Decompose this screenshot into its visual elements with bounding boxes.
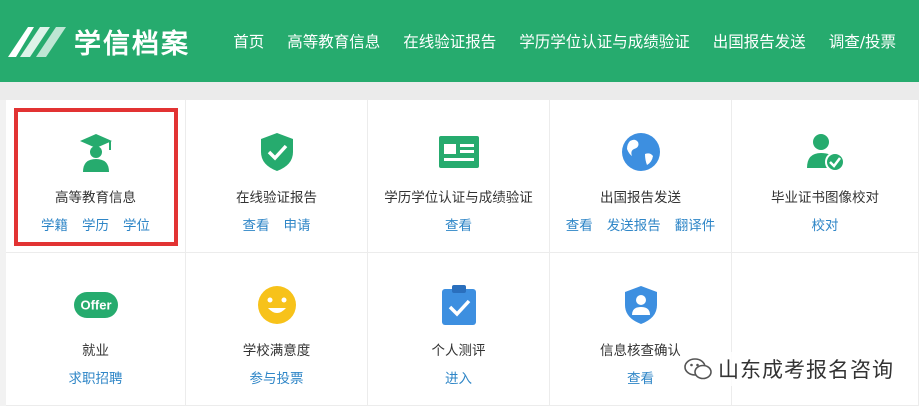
- nav-online-report[interactable]: 在线验证报告: [403, 30, 496, 52]
- link-view[interactable]: 查看: [243, 214, 270, 234]
- tile-title: 信息核查确认: [600, 343, 681, 359]
- link-translation[interactable]: 翻译件: [675, 214, 716, 234]
- link-proofread[interactable]: 校对: [812, 214, 839, 234]
- tile-employment[interactable]: Offer 就业 求职招聘: [6, 253, 186, 406]
- tile-certification[interactable]: 学历学位认证与成绩验证 查看: [368, 100, 550, 253]
- link-view[interactable]: 查看: [445, 214, 472, 234]
- logo-mark-icon: [8, 27, 66, 57]
- logo-text: 学信档案: [74, 28, 190, 60]
- tile-links: 查看: [445, 214, 472, 234]
- smiley-icon: [255, 283, 299, 327]
- link-degree[interactable]: 学位: [123, 214, 150, 234]
- link-apply[interactable]: 申请: [284, 214, 311, 234]
- tile-title: 高等教育信息: [55, 190, 136, 206]
- clipboard-check-icon: [437, 283, 481, 327]
- tile-links: 查看 发送报告 翻译件: [566, 214, 716, 234]
- globe-icon: [619, 130, 663, 174]
- tile-title: 出国报告发送: [600, 190, 681, 206]
- link-academic-record[interactable]: 学历: [82, 214, 109, 234]
- tile-links: 进入: [445, 367, 472, 387]
- tile-title: 学校满意度: [242, 343, 311, 359]
- watermark-text: 山东成考报名咨询: [718, 358, 894, 382]
- user-shield-icon: [619, 283, 663, 327]
- tile-title: 个人测评: [431, 343, 486, 359]
- user-check-icon: [803, 130, 847, 174]
- link-enrollment[interactable]: 学籍: [41, 214, 68, 234]
- link-enter[interactable]: 进入: [445, 367, 472, 387]
- tile-higher-education[interactable]: 高等教育信息 学籍 学历 学位: [6, 100, 186, 253]
- shield-check-icon: [255, 130, 299, 174]
- offer-icon: Offer: [73, 283, 118, 327]
- tile-links: 学籍 学历 学位: [41, 214, 150, 234]
- tile-title: 学历学位认证与成绩验证: [384, 190, 533, 206]
- tile-school-satisfaction[interactable]: 学校满意度 参与投票: [186, 253, 368, 406]
- logo[interactable]: 学信档案: [6, 21, 223, 61]
- offer-icon-text: Offer: [80, 298, 111, 313]
- link-view[interactable]: 查看: [566, 214, 593, 234]
- nav-higher-education[interactable]: 高等教育信息: [287, 30, 380, 52]
- tile-links: 查看 申请: [243, 214, 311, 234]
- header-gap: [0, 82, 919, 100]
- main-nav: 首页 高等教育信息 在线验证报告 学历学位认证与成绩验证 出国报告发送 调查/投…: [233, 30, 919, 52]
- link-vote[interactable]: 参与投票: [250, 367, 304, 387]
- tile-overseas-report[interactable]: 出国报告发送 查看 发送报告 翻译件: [550, 100, 732, 253]
- nav-certification[interactable]: 学历学位认证与成绩验证: [519, 30, 690, 52]
- tile-title: 在线验证报告: [236, 190, 317, 206]
- id-card-icon: [437, 130, 481, 174]
- wechat-icon: [684, 358, 712, 380]
- tile-title: 毕业证书图像校对: [771, 190, 879, 206]
- link-view[interactable]: 查看: [627, 367, 654, 387]
- link-send-report[interactable]: 发送报告: [607, 214, 661, 234]
- graduate-icon: [74, 130, 118, 174]
- tile-links: 查看: [627, 367, 654, 387]
- tile-links: 参与投票: [250, 367, 304, 387]
- tile-links: 求职招聘: [69, 367, 123, 387]
- top-header: 学信档案 首页 高等教育信息 在线验证报告 学历学位认证与成绩验证 出国报告发送…: [0, 0, 919, 82]
- nav-home[interactable]: 首页: [233, 30, 264, 52]
- nav-survey[interactable]: 调查/投票: [829, 30, 896, 52]
- tile-links: 校对: [812, 214, 839, 234]
- tile-personal-assessment[interactable]: 个人测评 进入: [368, 253, 550, 406]
- nav-overseas-report[interactable]: 出国报告发送: [713, 30, 806, 52]
- tile-title: 就业: [82, 343, 109, 359]
- link-job-search[interactable]: 求职招聘: [69, 367, 123, 387]
- watermark: 山东成考报名咨询: [680, 352, 898, 386]
- tile-online-report[interactable]: 在线验证报告 查看 申请: [186, 100, 368, 253]
- tile-certificate-check[interactable]: 毕业证书图像校对 校对: [732, 100, 919, 253]
